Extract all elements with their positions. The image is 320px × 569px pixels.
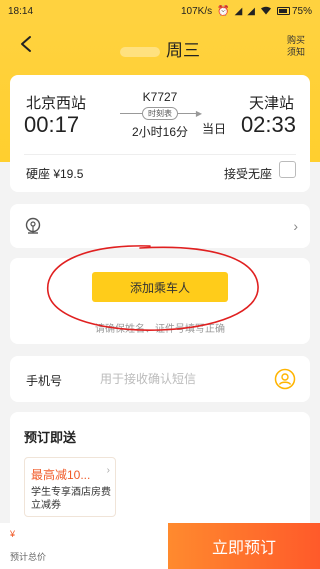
bottom-bar: ¥ 预计总价 立即预订 <box>0 523 320 569</box>
timetable-label: 时刻表 <box>142 107 178 120</box>
train-info-card: 北京西站 00:17 K7727 ▶ 时刻表 2小时16分 天津站 当日 02:… <box>10 75 310 192</box>
to-station: 天津站 <box>248 95 294 112</box>
price-symbol: ¥ <box>10 529 16 539</box>
phone-input[interactable] <box>100 366 260 392</box>
booking-gift-title: 预订即送 <box>24 430 77 445</box>
signal-icon: ◢ <box>234 5 243 17</box>
status-icons: 107K/s ⏰ ◢ ◢ 75% <box>181 5 312 18</box>
add-passenger-button[interactable]: 添加乘车人 <box>92 272 228 302</box>
contact-icon[interactable] <box>274 368 296 390</box>
page-title-text: 周三 <box>166 41 200 60</box>
network-speed: 107K/s <box>180 5 213 17</box>
divider <box>24 154 296 155</box>
status-time: 18:14 <box>8 5 34 17</box>
phone-card: 手机号 <box>10 356 310 402</box>
passenger-card: 添加乘车人 请确保姓名、证件号填写正确 <box>10 258 310 344</box>
battery-indicator: 75% <box>276 5 312 17</box>
seat-price: 硬座 ¥19.5 <box>26 167 84 181</box>
passenger-tip: 请确保姓名、证件号填写正确 <box>95 324 225 335</box>
total-price-label: 预计总价 <box>10 552 47 562</box>
book-now-button[interactable]: 立即预订 <box>168 523 320 569</box>
phone-label: 手机号 <box>26 374 63 388</box>
coupon-description: 学生专享酒店房费立减券 <box>31 487 111 511</box>
blurred-date <box>120 46 160 57</box>
battery-level: 75% <box>291 5 312 17</box>
station-icon <box>24 217 42 235</box>
signal-icon: ◢ <box>247 5 255 17</box>
chevron-right-icon: › <box>293 218 298 234</box>
alarm-icon: ⏰ <box>217 5 230 17</box>
arrival-time: 02:33 <box>240 112 296 137</box>
arrow-right-icon: ▶ <box>195 109 202 118</box>
buy-notice-link[interactable]: 购买须知 <box>284 34 308 58</box>
wifi-icon <box>260 5 272 18</box>
timetable-button[interactable]: ▶ 时刻表 <box>120 107 202 120</box>
accept-no-seat-label: 接受无座 <box>223 167 272 181</box>
accept-no-seat-checkbox[interactable] <box>279 161 296 178</box>
hotel-coupon[interactable]: 最高减10... › 学生专享酒店房费立减券 <box>24 457 116 517</box>
status-bar: 18:14 107K/s ⏰ ◢ ◢ 75% <box>0 0 320 22</box>
booking-gift-card: 预订即送 最高减10... › 学生专享酒店房费立减券 <box>10 412 310 532</box>
chevron-right-icon: › <box>106 465 110 476</box>
page-title: 周三 <box>0 36 320 61</box>
battery-icon <box>276 7 290 15</box>
coupon-title: 最高减10... <box>31 468 91 482</box>
station-selector[interactable]: › <box>10 204 310 248</box>
arrival-day-tag: 当日 <box>201 122 226 136</box>
